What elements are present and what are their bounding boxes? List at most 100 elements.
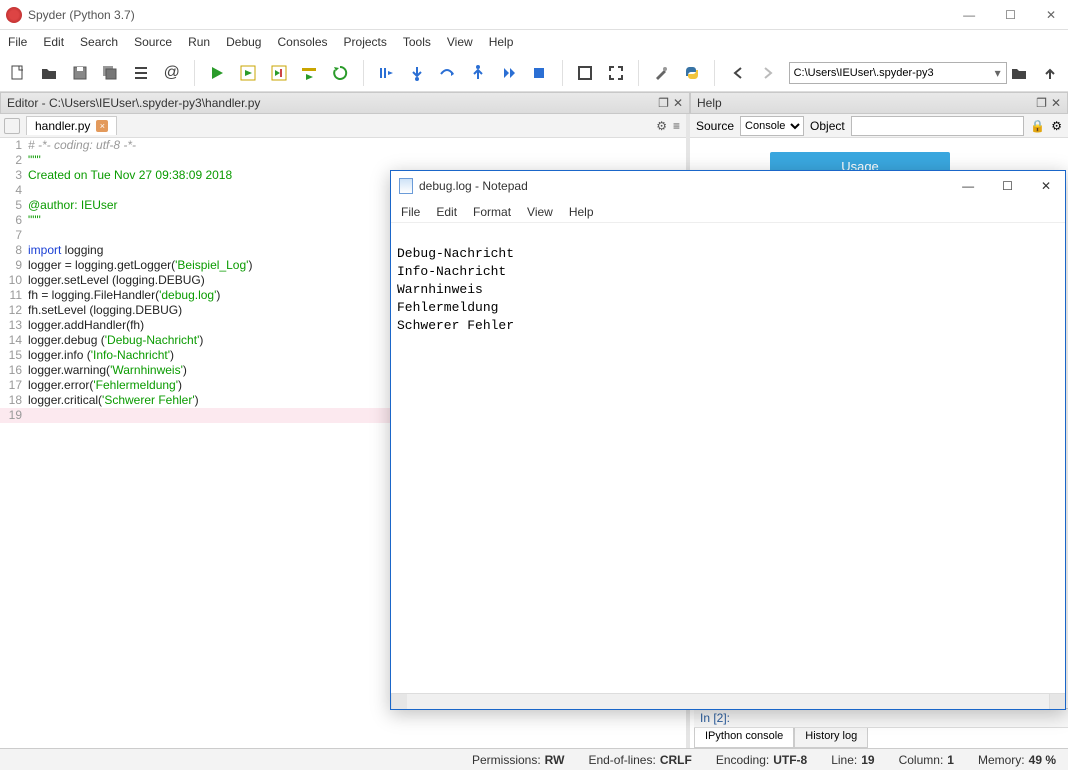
save-button[interactable] [67, 60, 92, 86]
scroll-right-icon[interactable] [1049, 694, 1065, 709]
notepad-minimize-button[interactable]: — [956, 177, 980, 195]
code-line[interactable]: 2""" [0, 153, 686, 168]
line-number: 13 [0, 318, 28, 333]
tab-ipython[interactable]: IPython console [694, 728, 794, 748]
run-cell-advance-button[interactable] [266, 60, 291, 86]
editor-tab-label: handler.py [35, 119, 90, 133]
list-button[interactable] [129, 60, 154, 86]
help-undock-button[interactable]: ❐ [1036, 96, 1047, 110]
notepad-menubar: File Edit Format View Help [391, 201, 1065, 223]
new-file-button[interactable] [6, 60, 31, 86]
editor-tabs: handler.py × ⚙ ≡ [0, 114, 686, 138]
menu-tools[interactable]: Tools [403, 35, 431, 49]
menu-debug[interactable]: Debug [226, 35, 261, 49]
status-eol-value: CRLF [660, 753, 692, 767]
run-selection-button[interactable] [297, 60, 322, 86]
step-into-button[interactable] [404, 60, 429, 86]
menu-source[interactable]: Source [134, 35, 172, 49]
notepad-close-button[interactable]: ✕ [1035, 177, 1057, 195]
source-select[interactable]: Console [740, 116, 804, 136]
editor-menu-icon[interactable]: ≡ [673, 119, 680, 133]
status-perm-label: Permissions: [472, 753, 541, 767]
step-out-button[interactable] [466, 60, 491, 86]
tab-close-icon[interactable]: × [96, 120, 108, 132]
help-settings-icon[interactable]: ⚙ [1051, 119, 1062, 133]
code-text: Created on Tue Nov 27 09:38:09 2018 [28, 168, 232, 183]
menu-projects[interactable]: Projects [344, 35, 387, 49]
save-all-button[interactable] [98, 60, 123, 86]
notepad-text-area[interactable]: Debug-Nachricht Info-Nachricht Warnhinwe… [391, 223, 1065, 693]
line-number: 15 [0, 348, 28, 363]
source-label: Source [696, 119, 734, 133]
menu-help[interactable]: Help [489, 35, 514, 49]
notepad-menu-help[interactable]: Help [569, 205, 594, 219]
status-col-value: 1 [947, 753, 954, 767]
editor-settings-icon[interactable]: ⚙ [656, 119, 667, 133]
status-line-value: 19 [861, 753, 874, 767]
run-button[interactable] [205, 60, 230, 86]
rerun-button[interactable] [328, 60, 353, 86]
python-path-button[interactable] [680, 60, 705, 86]
notepad-menu-file[interactable]: File [401, 205, 420, 219]
status-enc-value: UTF-8 [773, 753, 807, 767]
notepad-menu-format[interactable]: Format [473, 205, 511, 219]
line-number: 16 [0, 363, 28, 378]
code-text: @author: IEUser [28, 198, 118, 213]
close-button[interactable]: ✕ [1040, 6, 1062, 24]
lock-icon[interactable]: 🔒 [1030, 119, 1045, 133]
menu-view[interactable]: View [447, 35, 473, 49]
notepad-maximize-button[interactable]: ☐ [996, 177, 1019, 195]
maximize-pane-button[interactable] [573, 60, 598, 86]
tab-browse-icon[interactable] [4, 118, 20, 134]
code-line[interactable]: 1# -*- coding: utf-8 -*- [0, 138, 686, 153]
notepad-icon [399, 178, 413, 194]
menu-file[interactable]: File [8, 35, 27, 49]
window-title: Spyder (Python 3.7) [28, 8, 135, 22]
status-enc-label: Encoding: [716, 753, 769, 767]
forward-button[interactable] [756, 60, 781, 86]
back-button[interactable] [725, 60, 750, 86]
code-text: logger = logging.getLogger('Beispiel_Log… [28, 258, 252, 273]
parent-dir-button[interactable] [1037, 60, 1062, 86]
line-number: 14 [0, 333, 28, 348]
open-file-button[interactable] [37, 60, 62, 86]
continue-button[interactable] [496, 60, 521, 86]
line-number: 17 [0, 378, 28, 393]
step-over-button[interactable] [435, 60, 460, 86]
notepad-window[interactable]: debug.log - Notepad — ☐ ✕ File Edit Format… [390, 170, 1066, 710]
menu-run[interactable]: Run [188, 35, 210, 49]
notepad-menu-view[interactable]: View [527, 205, 553, 219]
editor-dock-title: Editor - C:\Users\IEUser\.spyder-py3\han… [7, 96, 260, 110]
maximize-button[interactable]: ☐ [999, 6, 1022, 24]
line-number: 7 [0, 228, 28, 243]
debug-step-button[interactable] [373, 60, 398, 86]
status-bar: Permissions:RW End-of-lines:CRLF Encodin… [0, 748, 1068, 770]
preferences-button[interactable] [649, 60, 674, 86]
at-button[interactable]: @ [159, 60, 184, 86]
menu-edit[interactable]: Edit [43, 35, 64, 49]
menu-consoles[interactable]: Consoles [277, 35, 327, 49]
working-dir-input[interactable] [789, 62, 1007, 84]
help-dock-title: Help [697, 96, 722, 110]
line-number: 3 [0, 168, 28, 183]
dock-close-button[interactable]: ✕ [673, 96, 683, 110]
notepad-menu-edit[interactable]: Edit [436, 205, 457, 219]
minimize-button[interactable]: — [957, 6, 981, 24]
dock-undock-button[interactable]: ❐ [658, 96, 669, 110]
notepad-scrollbar[interactable] [391, 693, 1065, 709]
status-perm-value: RW [545, 753, 565, 767]
line-number: 10 [0, 273, 28, 288]
object-input[interactable] [851, 116, 1025, 136]
fullscreen-button[interactable] [603, 60, 628, 86]
notepad-titlebar[interactable]: debug.log - Notepad — ☐ ✕ [391, 171, 1065, 201]
code-text: """ [28, 213, 41, 228]
stop-button[interactable] [527, 60, 552, 86]
ipython-prompt[interactable]: In [2]: [694, 709, 1068, 728]
help-close-button[interactable]: ✕ [1051, 96, 1061, 110]
menu-search[interactable]: Search [80, 35, 118, 49]
scroll-left-icon[interactable] [391, 694, 407, 709]
tab-history[interactable]: History log [794, 728, 868, 748]
browse-dir-button[interactable] [1007, 60, 1032, 86]
editor-tab-handler[interactable]: handler.py × [26, 116, 117, 135]
run-cell-button[interactable] [236, 60, 261, 86]
